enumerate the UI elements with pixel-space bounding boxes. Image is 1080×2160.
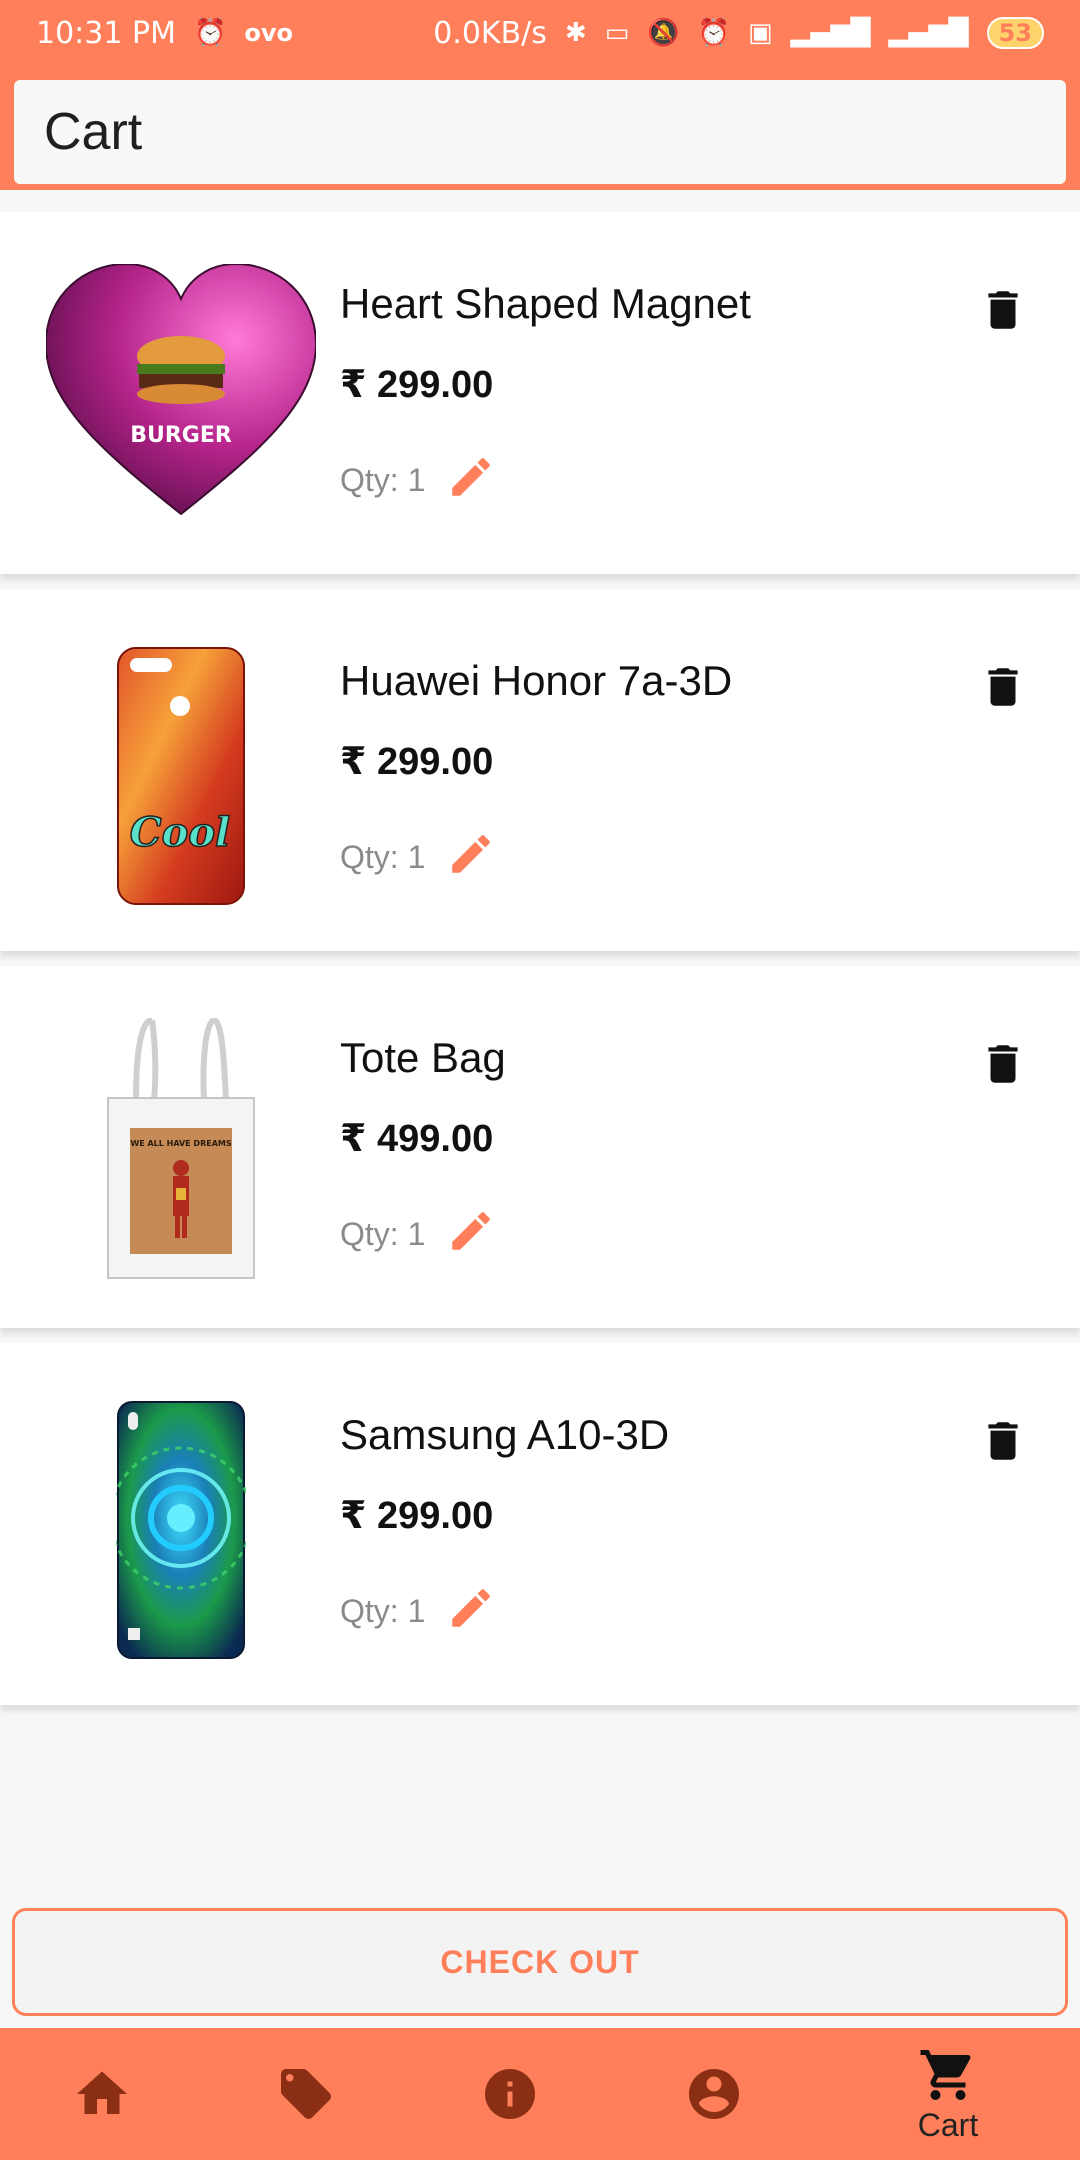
delete-icon[interactable]	[978, 1411, 1028, 1471]
nav-offers[interactable]	[266, 2028, 346, 2160]
product-price: ₹ 299.00	[340, 364, 494, 406]
signal-icon-2: ▂▄▆█	[888, 18, 969, 48]
nav-home[interactable]	[62, 2028, 142, 2160]
carrier-label: ovo	[244, 19, 293, 47]
product-price: ₹ 299.00	[340, 1495, 494, 1537]
product-name[interactable]: Tote Bag	[340, 1034, 506, 1082]
product-quantity: Qty: 1	[340, 462, 426, 498]
edit-quantity-icon[interactable]	[446, 1583, 496, 1633]
volte-icon: ▣	[748, 18, 773, 48]
tote-bag-image: WE ALL HAVE DREAMS	[107, 1018, 255, 1279]
product-price: ₹ 299.00	[340, 741, 494, 783]
cart-item[interactable]: BURGER Heart Shaped Magnet ₹ 299.00 Qty:…	[0, 212, 1080, 574]
product-image[interactable]: Cool	[46, 641, 316, 911]
nav-info[interactable]	[470, 2028, 550, 2160]
cart-item[interactable]: WE ALL HAVE DREAMS Tote Bag ₹ 499.00 Qty…	[0, 966, 1080, 1328]
tag-icon	[281, 2069, 332, 2120]
magnet-image-text: BURGER	[130, 423, 232, 448]
cart-item[interactable]: Samsung A10-3D ₹ 299.00 Qty: 1	[0, 1343, 1080, 1705]
product-image[interactable]: BURGER	[46, 264, 316, 534]
heart-magnet-image: BURGER	[46, 264, 316, 516]
status-time: 10:31 PM	[36, 15, 176, 51]
product-name[interactable]: Heart Shaped Magnet	[340, 280, 751, 328]
product-quantity: Qty: 1	[340, 1593, 426, 1629]
phone-case-image: Cool	[117, 647, 245, 905]
case-image-text: Cool	[130, 809, 230, 856]
signal-icon: ▂▄▆█	[790, 18, 871, 48]
phone-case-image	[116, 1401, 246, 1659]
checkout-button[interactable]: CHECK OUT	[12, 1908, 1068, 2016]
nav-account[interactable]	[674, 2028, 754, 2160]
product-image[interactable]	[46, 1395, 316, 1665]
edit-quantity-icon[interactable]	[446, 452, 496, 502]
alarm-clock-icon: ⏰	[697, 18, 731, 48]
edit-quantity-icon[interactable]	[446, 829, 496, 879]
edit-quantity-icon[interactable]	[446, 1206, 496, 1256]
product-name[interactable]: Huawei Honor 7a-3D	[340, 657, 732, 705]
bluetooth-icon: ✱	[564, 18, 587, 48]
tote-image-text: WE ALL HAVE DREAMS	[130, 1139, 231, 1148]
status-bar: 10:31 PM ⏰ ovo 0.0KB/s ✱ ▭ 🔕 ⏰ ▣ ▂▄▆█ ▂▄…	[0, 0, 1080, 66]
vibrate-icon: ▭	[604, 18, 630, 48]
nav-cart-label: Cart	[917, 2106, 979, 2143]
account-icon	[689, 2069, 739, 2119]
home-icon	[77, 2071, 127, 2114]
checkout-label: CHECK OUT	[440, 1943, 640, 1980]
network-speed: 0.0KB/s	[433, 15, 547, 51]
page-header: Cart	[14, 80, 1066, 184]
cart-icon	[920, 2049, 971, 2100]
delete-icon[interactable]	[978, 657, 1028, 717]
page-title: Cart	[44, 103, 143, 161]
alarm-icon: ⏰	[193, 18, 227, 48]
info-icon	[485, 2069, 535, 2119]
mute-icon: 🔕	[647, 18, 680, 48]
product-price: ₹ 499.00	[340, 1118, 494, 1160]
product-quantity: Qty: 1	[340, 839, 426, 875]
bottom-navigation: Cart	[0, 2028, 1080, 2160]
battery-indicator: 53	[986, 17, 1044, 49]
product-name[interactable]: Samsung A10-3D	[340, 1411, 669, 1459]
product-image[interactable]: WE ALL HAVE DREAMS	[46, 1018, 316, 1288]
nav-cart[interactable]: Cart	[878, 2028, 1018, 2160]
cart-item[interactable]: Cool Huawei Honor 7a-3D ₹ 299.00 Qty: 1	[0, 589, 1080, 951]
delete-icon[interactable]	[978, 1034, 1028, 1094]
product-quantity: Qty: 1	[340, 1216, 426, 1252]
delete-icon[interactable]	[978, 280, 1028, 340]
